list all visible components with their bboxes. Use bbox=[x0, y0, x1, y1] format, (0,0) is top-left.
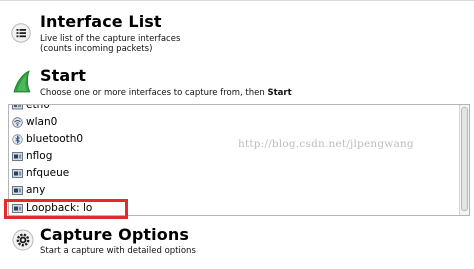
list-item[interactable]: nflog bbox=[9, 148, 459, 165]
start-desc-text: Choose one or more interfaces to capture… bbox=[40, 88, 268, 98]
interface-label: any bbox=[26, 184, 46, 196]
interface-label: nfqueue bbox=[26, 167, 70, 179]
interface-label: eth0 bbox=[26, 104, 50, 111]
start-desc: Choose one or more interfaces to capture… bbox=[40, 88, 292, 99]
bluetooth-icon bbox=[12, 134, 23, 145]
highlight-box bbox=[4, 199, 128, 219]
list-item[interactable]: wlan0 bbox=[9, 114, 459, 131]
network-card-icon bbox=[12, 105, 23, 111]
interface-label: nflog bbox=[26, 150, 53, 162]
list-item[interactable]: nfqueue bbox=[9, 165, 459, 182]
watermark: http://blog.csdn.net/jlpengwang bbox=[238, 138, 414, 150]
wireless-icon bbox=[12, 117, 23, 128]
capture-options-desc: Start a capture with detailed options bbox=[40, 246, 196, 256]
list-item[interactable]: any bbox=[9, 182, 459, 199]
interface-list-desc-line2: (counts incoming packets) bbox=[40, 44, 153, 54]
start-desc-bold: Start bbox=[267, 88, 292, 98]
list-item[interactable]: eth0 bbox=[9, 104, 459, 114]
start-title[interactable]: Start bbox=[40, 66, 86, 85]
scrollbar-thumb[interactable] bbox=[461, 107, 468, 211]
network-card-icon bbox=[12, 185, 23, 196]
interface-label: bluetooth0 bbox=[26, 133, 84, 145]
listbox-scrollbar[interactable] bbox=[459, 105, 469, 215]
interface-label: wlan0 bbox=[26, 116, 58, 128]
capture-options-title[interactable]: Capture Options bbox=[40, 225, 189, 244]
start-section[interactable]: Start Choose one or more interfaces to c… bbox=[0, 62, 474, 102]
capture-options-section[interactable]: Capture Options Start a capture with det… bbox=[0, 222, 474, 269]
network-card-icon bbox=[12, 168, 23, 179]
network-card-icon bbox=[12, 151, 23, 162]
interface-list-title[interactable]: Interface List bbox=[40, 12, 162, 31]
interface-list-section[interactable]: Interface List Live list of the capture … bbox=[0, 0, 474, 60]
